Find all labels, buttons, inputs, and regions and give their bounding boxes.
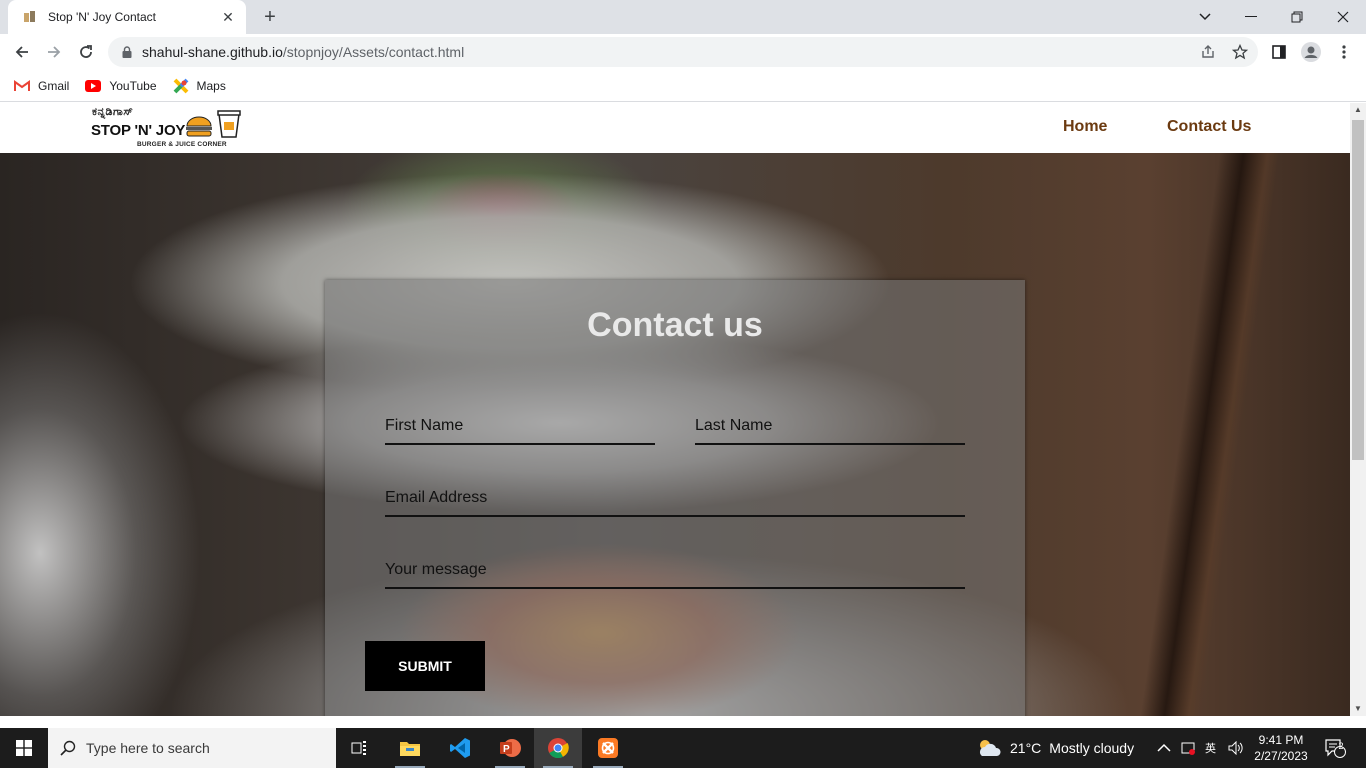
logo-brand-text: STOP 'N' JOY bbox=[91, 122, 186, 139]
file-explorer-icon[interactable] bbox=[386, 728, 434, 768]
windows-start-button[interactable] bbox=[0, 728, 48, 768]
vscode-icon[interactable] bbox=[436, 728, 484, 768]
new-tab-button[interactable]: + bbox=[256, 5, 284, 29]
taskbar-search-placeholder: Type here to search bbox=[86, 740, 210, 756]
partly-cloudy-icon bbox=[980, 740, 1001, 756]
bookmarks-bar: Gmail YouTube Maps bbox=[0, 70, 1366, 102]
site-logo[interactable]: ಕನ್ನಡಿಗಾಸ್ STOP 'N' JOY BURGER & JUICE C… bbox=[90, 106, 245, 150]
nav-contact-link[interactable]: Contact Us bbox=[1167, 118, 1251, 136]
last-name-field[interactable]: Last Name bbox=[695, 407, 965, 445]
scroll-down-arrow-icon[interactable]: ▼ bbox=[1350, 702, 1366, 716]
weather-description: Mostly cloudy bbox=[1049, 740, 1135, 756]
close-window-button[interactable] bbox=[1320, 0, 1366, 34]
page-viewport: ಕನ್ನಡಿಗಾಸ್ STOP 'N' JOY BURGER & JUICE C… bbox=[0, 103, 1350, 716]
side-panel-icon[interactable] bbox=[1268, 41, 1290, 63]
taskbar-clock[interactable]: 9:41 PM 2/27/2023 bbox=[1248, 732, 1314, 764]
browser-tab[interactable]: Stop 'N' Joy Contact ✕ bbox=[8, 0, 246, 34]
browser-menu-icon[interactable] bbox=[1333, 41, 1355, 63]
weather-temperature: 21°C bbox=[1010, 740, 1042, 756]
bookmark-label: YouTube bbox=[109, 78, 157, 93]
maps-icon bbox=[173, 78, 189, 94]
volume-icon[interactable] bbox=[1228, 728, 1244, 768]
windows-taskbar: Type here to search P 21°C Mostly cloudy… bbox=[0, 728, 1366, 768]
browser-tab-strip: Stop 'N' Joy Contact ✕ + bbox=[0, 0, 1366, 34]
site-favicon-icon bbox=[22, 9, 38, 25]
taskbar-search-box[interactable]: Type here to search bbox=[48, 728, 336, 768]
task-view-icon[interactable] bbox=[336, 728, 384, 768]
bookmark-star-icon[interactable] bbox=[1229, 41, 1251, 63]
hero-background-image: Contact us First Name Last Name Email Ad… bbox=[0, 153, 1350, 716]
xampp-icon[interactable] bbox=[584, 728, 632, 768]
contact-form: Contact us First Name Last Name Email Ad… bbox=[325, 280, 1025, 716]
gmail-icon bbox=[14, 78, 30, 94]
lock-icon[interactable] bbox=[120, 45, 134, 59]
logo-kannada-text: ಕನ್ನಡಿಗಾಸ್ bbox=[92, 106, 134, 118]
bookmark-label: Gmail bbox=[38, 78, 70, 93]
message-placeholder: Your message bbox=[385, 561, 487, 578]
last-name-placeholder: Last Name bbox=[695, 417, 773, 434]
submit-button[interactable]: SUBMIT bbox=[365, 641, 485, 691]
action-center-icon[interactable]: 2 bbox=[1324, 728, 1346, 768]
notification-count-badge: 2 bbox=[1338, 741, 1344, 751]
background-chair bbox=[1140, 153, 1280, 716]
powerpoint-icon[interactable]: P bbox=[486, 728, 534, 768]
contact-form-title: Contact us bbox=[587, 306, 763, 344]
juice-cup-icon bbox=[217, 110, 241, 138]
profile-avatar-icon[interactable] bbox=[1300, 41, 1322, 63]
nav-home-link[interactable]: Home bbox=[1063, 118, 1107, 136]
url-host: shahul-shane.github.io bbox=[142, 44, 283, 60]
tab-title: Stop 'N' Joy Contact bbox=[48, 10, 156, 24]
meet-now-icon[interactable] bbox=[1181, 728, 1197, 768]
browser-toolbar: shahul-shane.github.io/stopnjoy/Assets/c… bbox=[0, 34, 1366, 70]
back-button[interactable] bbox=[8, 38, 36, 66]
bookmark-gmail[interactable]: Gmail bbox=[14, 78, 69, 94]
url-path: /stopnjoy/Assets/contact.html bbox=[282, 44, 465, 60]
logo-tagline: BURGER & JUICE CORNER bbox=[137, 141, 227, 148]
reload-button[interactable] bbox=[72, 38, 100, 66]
scrollbar-thumb[interactable] bbox=[1352, 120, 1364, 460]
bookmark-maps[interactable]: Maps bbox=[173, 78, 226, 94]
input-language-icon[interactable]: 英 bbox=[1205, 728, 1216, 768]
tab-close-icon[interactable]: ✕ bbox=[220, 9, 236, 26]
weather-widget[interactable]: 21°C Mostly cloudy bbox=[976, 728, 1134, 768]
message-field[interactable]: Your message bbox=[385, 551, 965, 589]
tab-search-chevron-icon[interactable] bbox=[1182, 0, 1228, 34]
first-name-field[interactable]: First Name bbox=[385, 407, 655, 445]
clock-date: 2/27/2023 bbox=[1254, 749, 1308, 763]
burger-icon bbox=[186, 116, 212, 137]
svg-text:P: P bbox=[503, 744, 510, 755]
first-name-placeholder: First Name bbox=[385, 417, 464, 434]
email-placeholder: Email Address bbox=[385, 489, 488, 506]
clock-time: 9:41 PM bbox=[1258, 733, 1304, 747]
windows-logo-icon bbox=[16, 740, 32, 756]
forward-button[interactable] bbox=[40, 38, 68, 66]
scroll-up-arrow-icon[interactable]: ▲ bbox=[1350, 103, 1366, 117]
page-scrollbar[interactable]: ▲ ▼ bbox=[1350, 103, 1366, 716]
share-icon[interactable] bbox=[1197, 41, 1219, 63]
restore-button[interactable] bbox=[1274, 0, 1320, 34]
bookmark-label: Maps bbox=[196, 78, 226, 93]
search-icon bbox=[60, 740, 76, 756]
address-bar[interactable]: shahul-shane.github.io/stopnjoy/Assets/c… bbox=[108, 37, 1258, 67]
show-hidden-icons-icon[interactable] bbox=[1157, 728, 1171, 768]
site-header: ಕನ್ನಡಿಗಾಸ್ STOP 'N' JOY BURGER & JUICE C… bbox=[0, 103, 1350, 153]
email-field[interactable]: Email Address bbox=[385, 479, 965, 517]
minimize-button[interactable] bbox=[1228, 0, 1274, 34]
chrome-icon[interactable] bbox=[534, 728, 582, 768]
bookmark-youtube[interactable]: YouTube bbox=[85, 78, 157, 94]
youtube-icon bbox=[85, 78, 102, 94]
